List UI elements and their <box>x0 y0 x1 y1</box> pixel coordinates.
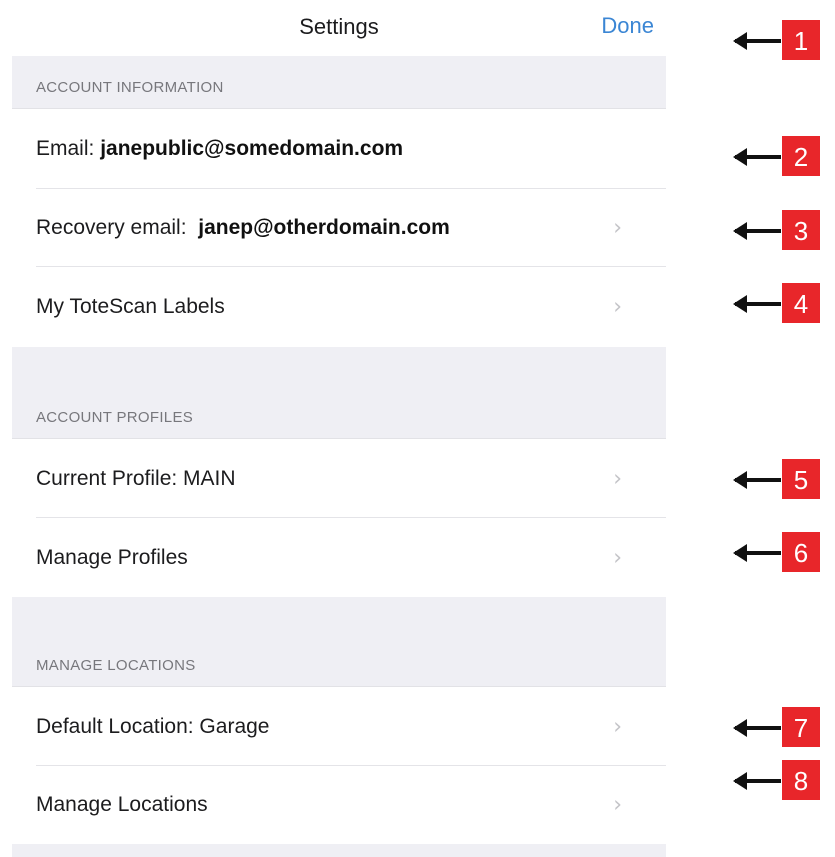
email-label: Email: <box>36 137 95 160</box>
current-profile-row[interactable]: Current Profile: MAIN › <box>12 439 666 518</box>
section-header-account-profiles: ACCOUNT PROFILES <box>12 347 666 439</box>
chevron-right-icon: › <box>613 545 622 570</box>
callout-4: 4 <box>733 283 831 323</box>
section-footer <box>12 844 666 857</box>
current-profile-label: Current Profile: MAIN <box>36 466 236 490</box>
arrowhead <box>733 148 747 166</box>
manage-locations-label: Manage Locations <box>36 793 208 816</box>
section-header-label: MANAGE LOCATIONS <box>36 657 196 674</box>
callout-5: 5 <box>733 459 831 499</box>
chevron-right-icon: › <box>613 714 622 739</box>
callout-badge: 3 <box>782 210 820 250</box>
arrowhead <box>733 295 747 313</box>
callout-2: 2 <box>733 136 831 176</box>
done-button[interactable]: Done <box>601 13 654 39</box>
callout-badge: 4 <box>782 283 820 323</box>
settings-screen: Settings Done ACCOUNT INFORMATION Email:… <box>12 0 666 857</box>
arrowhead <box>733 544 747 562</box>
chevron-right-icon: › <box>613 466 622 491</box>
arrowhead <box>733 772 747 790</box>
chevron-right-icon: › <box>613 294 622 320</box>
manage-profiles-row[interactable]: Manage Profiles › <box>12 518 666 597</box>
totescan-labels-row[interactable]: My ToteScan Labels › <box>12 267 666 347</box>
chevron-right-icon: › <box>613 215 622 241</box>
default-location-row[interactable]: Default Location: Garage › <box>12 687 666 766</box>
manage-profiles-label: Manage Profiles <box>36 545 188 569</box>
section-header-account-information: ACCOUNT INFORMATION <box>12 56 666 109</box>
arrowhead <box>733 32 747 50</box>
callout-1: 1 <box>733 20 831 60</box>
recovery-email-row[interactable]: Recovery email: janep@otherdomain.com › <box>12 189 666 267</box>
callout-badge: 6 <box>782 532 820 572</box>
navigation-bar: Settings Done <box>12 0 666 56</box>
arrowhead <box>733 719 747 737</box>
recovery-email-value: janep@otherdomain.com <box>198 216 450 239</box>
recovery-email-label: Recovery email: <box>36 216 187 239</box>
email-value: janepublic@somedomain.com <box>100 137 404 160</box>
callout-badge: 2 <box>782 136 820 176</box>
callout-badge: 5 <box>782 459 820 499</box>
callout-3: 3 <box>733 210 831 250</box>
section-header-label: ACCOUNT PROFILES <box>36 409 194 426</box>
section-header-label: ACCOUNT INFORMATION <box>36 79 224 96</box>
arrowhead <box>733 471 747 489</box>
manage-locations-row[interactable]: Manage Locations › <box>12 766 666 844</box>
callout-badge: 8 <box>782 760 820 800</box>
email-row: Email: janepublic@somedomain.com <box>12 109 666 189</box>
totescan-labels-label: My ToteScan Labels <box>36 295 225 318</box>
email-text: Email: janepublic@somedomain.com <box>36 137 403 161</box>
callout-7: 7 <box>733 707 831 747</box>
callout-badge: 7 <box>782 707 820 747</box>
callout-badge: 1 <box>782 20 820 60</box>
default-location-label: Default Location: Garage <box>36 714 270 738</box>
page-title: Settings <box>299 14 379 39</box>
callout-6: 6 <box>733 532 831 572</box>
recovery-email-text: Recovery email: janep@otherdomain.com <box>36 216 450 240</box>
section-header-manage-locations: MANAGE LOCATIONS <box>12 597 666 687</box>
chevron-right-icon: › <box>613 792 622 818</box>
callout-8: 8 <box>733 760 831 800</box>
arrowhead <box>733 222 747 240</box>
